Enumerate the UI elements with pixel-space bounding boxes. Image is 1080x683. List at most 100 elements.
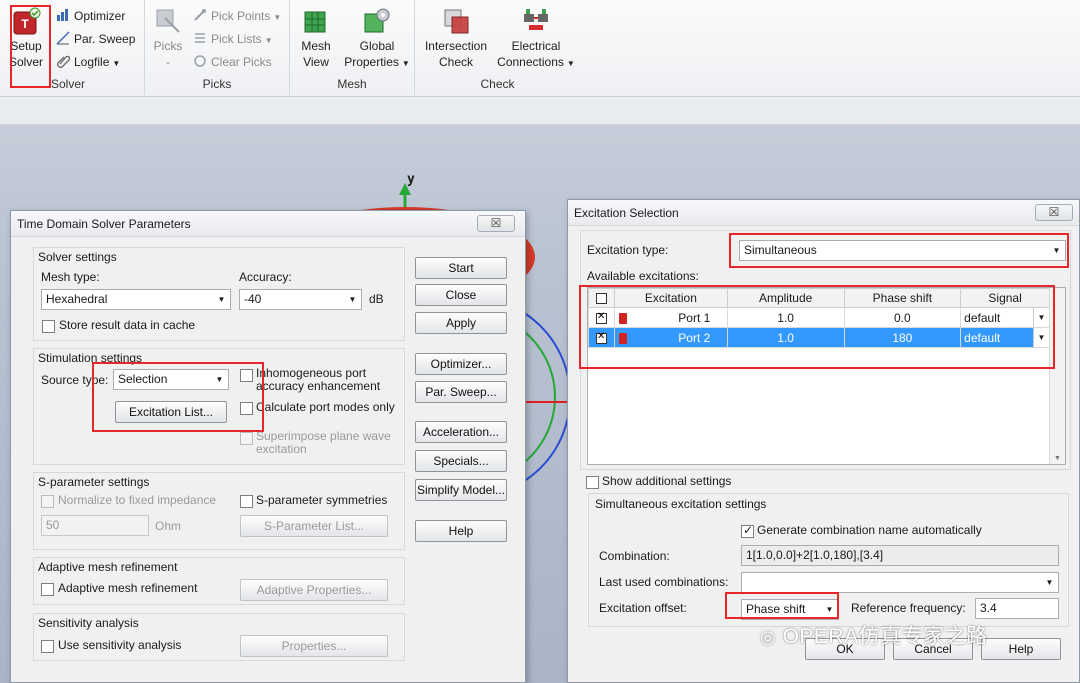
excitation-list-button[interactable]: Excitation List... [115, 401, 227, 423]
group-label: Sensitivity analysis [38, 616, 139, 630]
mesh-view-button[interactable]: Mesh View [296, 6, 336, 70]
picks-button[interactable]: Picks ⌄ [149, 6, 187, 70]
impedance-input[interactable]: 50 [41, 515, 149, 536]
intersection-check-button[interactable]: Intersection Check [421, 6, 491, 70]
adaptive-mesh-checkbox[interactable] [41, 583, 54, 596]
group-label: Simultaneous excitation settings [595, 497, 767, 511]
specials-button[interactable]: Specials... [415, 450, 507, 472]
mesh-gear-icon [362, 6, 392, 36]
combination-field[interactable]: 1[1.0,0.0]+2[1.0,180],[3.4] [741, 545, 1059, 566]
connector-icon [521, 6, 551, 36]
column-header[interactable]: Amplitude [726, 288, 845, 308]
adaptive-properties-button[interactable]: Adaptive Properties... [240, 579, 388, 601]
electrical-connections-text: Electrical Connections [497, 39, 564, 69]
intersection-icon [441, 6, 471, 36]
excitation-offset-select[interactable]: Phase shift ▼ [741, 599, 839, 620]
normalize-label: Normalize to fixed impedance [58, 493, 217, 507]
simplify-model-button[interactable]: Simplify Model... [415, 479, 507, 501]
optimizer-label: Optimizer [74, 9, 126, 23]
table-row[interactable]: Port 1 1.0 0.0 default ▼ [588, 307, 1050, 328]
inhomogeneous-checkbox[interactable] [240, 369, 253, 382]
vertical-scrollbar[interactable]: ▼ [1049, 288, 1065, 464]
acceleration-button[interactable]: Acceleration... [415, 421, 507, 443]
ribbon-group-picks: Picks ⌄ Pick Points ▼ Pick Lists ▼ Clear P… [145, 0, 290, 95]
electrical-connections-button[interactable]: Electrical Connections ▼ [495, 6, 577, 72]
generate-name-checkbox[interactable] [741, 523, 754, 538]
help-button[interactable]: Help [981, 638, 1061, 660]
column-header[interactable]: Excitation [613, 288, 728, 308]
par-sweep-dialog-button[interactable]: Par. Sweep... [415, 381, 507, 403]
setup-solver-button[interactable]: T Setup Solver [6, 6, 46, 70]
paperclip-icon [56, 54, 71, 68]
accuracy-select[interactable]: -40 ▼ [239, 289, 362, 310]
global-properties-button[interactable]: Global Properties ▼ [342, 6, 412, 72]
calc-port-modes-checkbox[interactable] [240, 402, 253, 415]
last-used-select[interactable]: ▼ [741, 572, 1059, 593]
select-all-checkbox[interactable] [595, 293, 607, 305]
close-button[interactable]: ☒ [1035, 204, 1073, 221]
chevron-down-icon: ▼ [1052, 246, 1061, 255]
chart-icon [56, 8, 70, 22]
amplitude-cell[interactable]: 1.0 [726, 327, 845, 348]
source-type-select[interactable]: Selection ▼ [113, 369, 229, 390]
mesh-type-label: Mesh type: [41, 270, 100, 284]
port-icon [618, 332, 627, 344]
normalize-checkbox[interactable] [41, 495, 54, 508]
sparam-symmetries-label: S-parameter symmetries [256, 493, 388, 507]
signal-select[interactable]: default ▼ [960, 327, 1050, 348]
close-dialog-button[interactable]: Close [415, 284, 507, 306]
reference-frequency-input[interactable]: 3.4 [975, 598, 1059, 619]
logfile-button[interactable]: Logfile ▼ [56, 52, 120, 72]
mesh-type-select[interactable]: Hexahedral ▼ [41, 289, 231, 310]
phase-cell[interactable]: 0.0 [843, 307, 962, 328]
show-additional-checkbox[interactable] [586, 476, 599, 489]
picks-icon [153, 6, 183, 36]
par-sweep-button[interactable]: Par. Sweep [56, 29, 135, 49]
ribbon-group-label: Solver [51, 77, 86, 91]
mesh-type-value: Hexahedral [46, 292, 108, 306]
amplitude-cell[interactable]: 1.0 [726, 307, 845, 328]
superimpose-checkbox[interactable] [240, 432, 253, 445]
chevron-down-icon: ▼ [566, 59, 575, 68]
chevron-down-icon: ▼ [1033, 308, 1049, 327]
select-all-header[interactable] [588, 288, 615, 308]
phase-cell[interactable]: 180 [843, 327, 962, 348]
signal-select[interactable]: default ▼ [960, 307, 1050, 328]
pick-points-button[interactable]: Pick Points ▼ [193, 6, 281, 26]
chevron-down-icon[interactable]: ▼ [1054, 455, 1061, 462]
simultaneous-settings-group: Simultaneous excitation settings Generat… [588, 493, 1069, 627]
accuracy-unit: dB [369, 292, 384, 306]
excitation-type-select[interactable]: Simultaneous ▼ [739, 240, 1066, 261]
clear-picks-button[interactable]: Clear Picks [193, 52, 272, 72]
excitation-selection-dialog: Excitation Selection ☒ Excitation type: … [567, 199, 1080, 683]
source-type-label: Source type: [41, 373, 109, 387]
sensitivity-label: Use sensitivity analysis [58, 638, 182, 652]
apply-button[interactable]: Apply [415, 312, 507, 334]
store-cache-checkbox[interactable] [42, 320, 55, 333]
excitation-type-value: Simultaneous [744, 243, 817, 257]
pick-points-label: Pick Points [211, 9, 271, 23]
row-checkbox[interactable] [595, 311, 607, 324]
row-checkbox[interactable] [595, 331, 607, 344]
sparam-list-button[interactable]: S-Parameter List... [240, 515, 388, 537]
sensitivity-properties-button[interactable]: Properties... [240, 635, 388, 657]
table-row[interactable]: Port 2 1.0 180 default ▼ [588, 327, 1050, 348]
column-header[interactable]: Phase shift [843, 288, 962, 308]
pick-list-icon [193, 31, 207, 45]
close-button[interactable]: ☒ [477, 215, 515, 232]
start-button[interactable]: Start [415, 257, 507, 279]
help-button[interactable]: Help [415, 520, 507, 542]
row-checkbox-cell[interactable] [588, 327, 615, 348]
mesh-cube-icon [301, 6, 331, 36]
optimizer-dialog-button[interactable]: Optimizer... [415, 353, 507, 375]
sparam-symmetries-checkbox[interactable] [240, 495, 253, 508]
optimizer-button[interactable]: Optimizer [56, 6, 125, 26]
row-checkbox-cell[interactable] [588, 307, 615, 328]
group-label: Stimulation settings [38, 351, 143, 365]
chevron-down-icon: ▼ [273, 13, 282, 22]
sensitivity-checkbox[interactable] [41, 640, 54, 653]
column-header[interactable]: Signal [960, 288, 1050, 308]
pick-lists-button[interactable]: Pick Lists ▼ [193, 29, 273, 49]
excitation-offset-value: Phase shift [746, 602, 806, 616]
dialog-title: Excitation Selection [568, 200, 1079, 226]
